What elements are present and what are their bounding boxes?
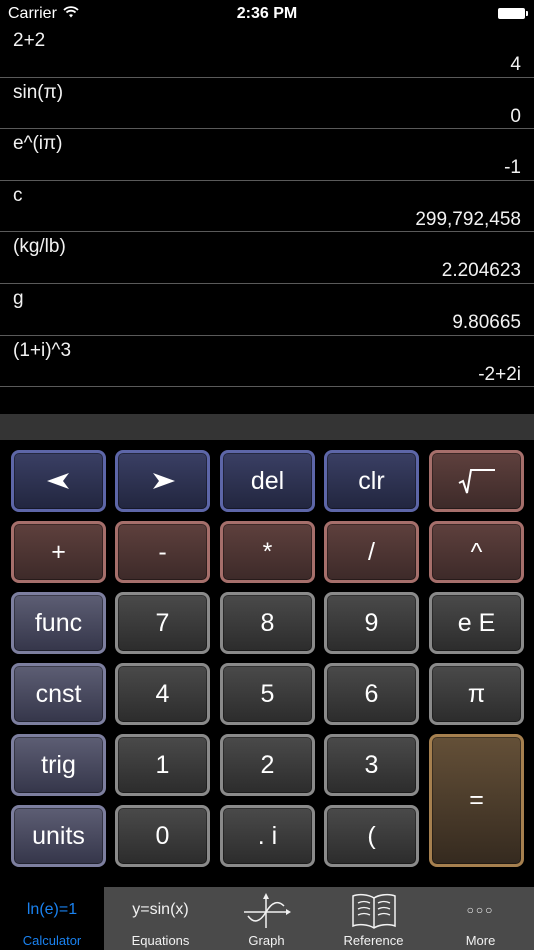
history-item[interactable]: e^(iπ) -1: [0, 129, 534, 181]
history-expression: sin(π): [13, 81, 64, 103]
history-list[interactable]: 2+2 4 sin(π) 0 e^(iπ) -1 c 299,792,458 (…: [0, 26, 534, 388]
digit-9-button[interactable]: 9: [324, 592, 419, 654]
digit-1-button[interactable]: 1: [115, 734, 210, 796]
decimal-imaginary-button[interactable]: . i: [220, 805, 315, 867]
history-item[interactable]: c 299,792,458: [0, 181, 534, 233]
tab-bar: ln(e)=1 Calculator y=sin(x) Equations Gr…: [0, 887, 534, 950]
history-expression: (kg/lb): [13, 236, 66, 258]
history-item[interactable]: (1+i)^3 -2+2i: [0, 336, 534, 388]
history-item[interactable]: (kg/lb) 2.204623: [0, 232, 534, 284]
keypad: del clr + - * / ^ func 7 8 9 e E cnst 4 …: [0, 440, 534, 886]
cursor-right-button[interactable]: [115, 450, 210, 512]
pi-button[interactable]: π: [429, 663, 524, 725]
tab-calculator[interactable]: ln(e)=1 Calculator: [0, 887, 104, 950]
history-item[interactable]: 2+2 4: [0, 26, 534, 78]
history-item[interactable]: sin(π) 0: [0, 78, 534, 130]
history-expression: 2+2: [13, 30, 46, 51]
digit-2-button[interactable]: 2: [220, 734, 315, 796]
minus-button[interactable]: -: [115, 521, 210, 583]
digit-5-button[interactable]: 5: [220, 663, 315, 725]
tab-label: Graph: [248, 933, 285, 948]
tab-label: Equations: [131, 933, 190, 948]
tab-label: Calculator: [22, 933, 82, 948]
tab-equations[interactable]: y=sin(x) Equations: [107, 887, 214, 950]
parenthesis-button[interactable]: (: [324, 805, 419, 867]
history-item[interactable]: g 9.80665: [0, 284, 534, 336]
digit-3-button[interactable]: 3: [324, 734, 419, 796]
sqrt-icon: [458, 469, 495, 494]
constants-button[interactable]: cnst: [11, 663, 106, 725]
expression-input[interactable]: [0, 388, 534, 414]
units-button[interactable]: units: [11, 805, 106, 867]
equals-button[interactable]: =: [429, 734, 524, 867]
multiply-button[interactable]: *: [220, 521, 315, 583]
history-result: 9.80665: [452, 311, 521, 333]
more-icon: ○○○: [466, 903, 495, 917]
plus-button[interactable]: +: [11, 521, 106, 583]
history-result: 2.204623: [441, 260, 521, 282]
clear-button[interactable]: clr: [324, 450, 419, 512]
power-button[interactable]: ^: [429, 521, 524, 583]
history-expression: g: [13, 287, 24, 309]
left-arrow-icon: [46, 473, 69, 489]
digit-6-button[interactable]: 6: [324, 663, 419, 725]
history-expression: (1+i)^3: [13, 339, 72, 361]
tab-graph[interactable]: Graph: [213, 887, 320, 950]
history-expression: e^(iπ): [13, 133, 63, 155]
tab-more[interactable]: ○○○ More: [427, 887, 534, 950]
history-result: 299,792,458: [415, 208, 521, 230]
equations-icon: y=sin(x): [132, 901, 189, 918]
battery-icon: [498, 8, 528, 19]
digit-0-button[interactable]: 0: [115, 805, 210, 867]
cursor-left-button[interactable]: [11, 450, 106, 512]
trig-button[interactable]: trig: [11, 734, 106, 796]
func-button[interactable]: func: [11, 592, 106, 654]
digit-8-button[interactable]: 8: [220, 592, 315, 654]
exponent-button[interactable]: e E: [429, 592, 524, 654]
history-result: 0: [510, 105, 521, 127]
digit-7-button[interactable]: 7: [115, 592, 210, 654]
history-result: -1: [504, 157, 521, 179]
divide-button[interactable]: /: [324, 521, 419, 583]
status-bar: Carrier 2:36 PM: [0, 0, 534, 28]
tab-reference[interactable]: Reference: [320, 887, 427, 950]
history-result: 4: [510, 54, 521, 75]
graph-icon: [243, 893, 291, 928]
book-icon: [351, 893, 396, 929]
history-result: -2+2i: [478, 363, 521, 385]
calculator-icon: ln(e)=1: [26, 901, 78, 918]
sqrt-button[interactable]: [429, 450, 524, 512]
input-toolbar: [0, 414, 534, 440]
delete-button[interactable]: del: [220, 450, 315, 512]
digit-4-button[interactable]: 4: [115, 663, 210, 725]
status-time: 2:36 PM: [236, 5, 298, 22]
history-expression: c: [13, 184, 23, 206]
tab-label: More: [465, 933, 496, 948]
right-arrow-icon: [152, 473, 175, 489]
tab-label: Reference: [343, 933, 404, 948]
